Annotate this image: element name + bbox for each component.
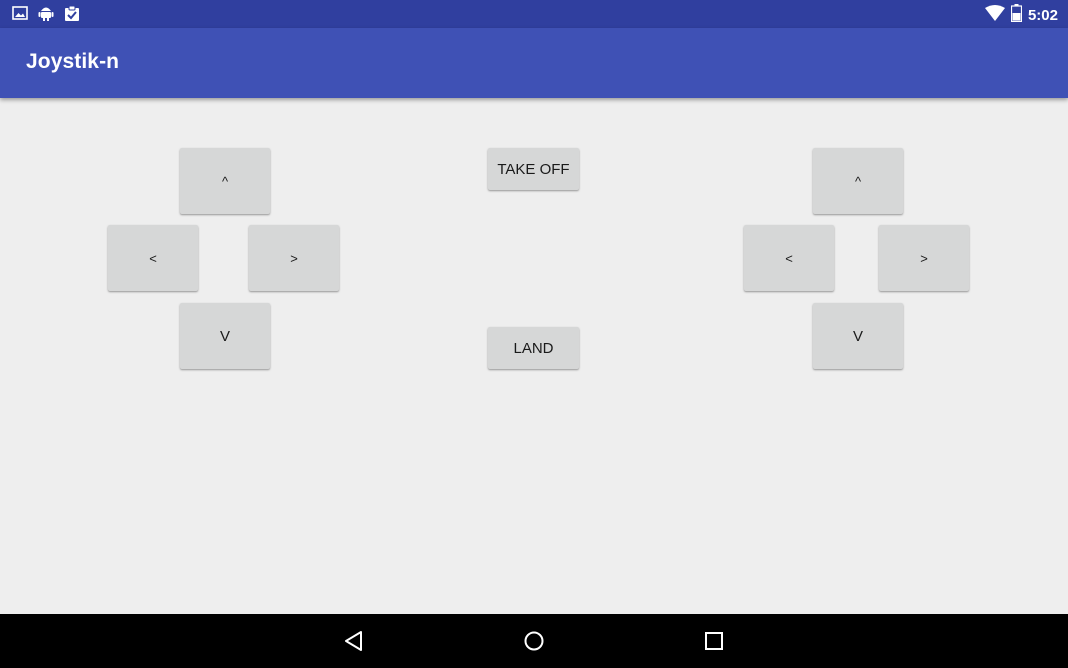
land-button[interactable]: LAND (488, 327, 579, 369)
main-content: ^ < > V TAKE OFF LAND ^ < > V (0, 98, 1068, 614)
takeoff-button[interactable]: TAKE OFF (488, 148, 579, 190)
app-title: Joystik-n (26, 50, 120, 73)
system-icons: 5:02 (984, 4, 1058, 27)
left-down-button[interactable]: V (180, 303, 270, 369)
wifi-icon (984, 5, 1005, 26)
android-icon (38, 4, 54, 27)
right-down-button[interactable]: V (813, 303, 903, 369)
right-left-button[interactable]: < (744, 225, 834, 291)
status-bar: 5:02 (0, 0, 1068, 28)
right-up-button[interactable]: ^ (813, 148, 903, 214)
home-icon[interactable] (520, 627, 548, 655)
app-bar: Joystik-n (0, 28, 1068, 98)
left-right-button[interactable]: > (249, 225, 339, 291)
status-time: 5:02 (1027, 6, 1058, 24)
left-up-button[interactable]: ^ (180, 148, 270, 214)
recents-icon[interactable] (700, 627, 728, 655)
battery-icon (1010, 4, 1023, 27)
right-right-button[interactable]: > (879, 225, 969, 291)
image-icon (12, 5, 28, 26)
clipboard-check-icon (64, 5, 80, 27)
back-icon[interactable] (340, 627, 368, 655)
notification-icons (12, 4, 80, 27)
navigation-bar (0, 614, 1068, 668)
left-left-button[interactable]: < (108, 225, 198, 291)
